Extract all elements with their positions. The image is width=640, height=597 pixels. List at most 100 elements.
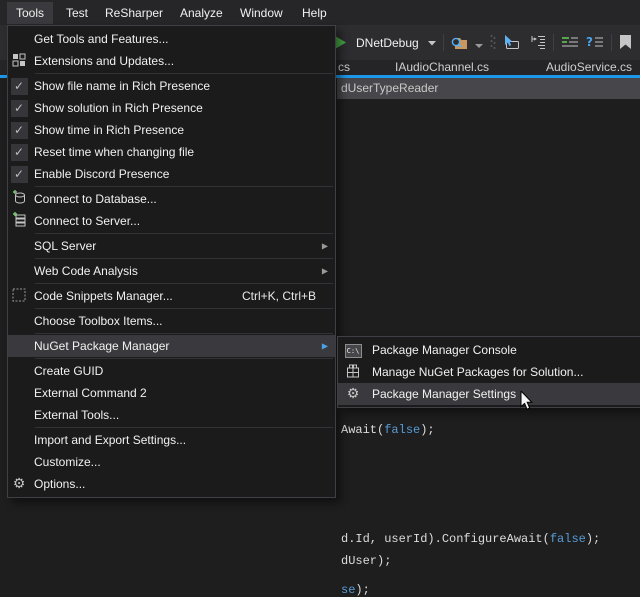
menu-item-choose-toolbox-items[interactable]: Choose Toolbox Items... — [8, 310, 335, 332]
menu-item-extensions-and-updates[interactable]: Extensions and Updates... — [8, 50, 335, 72]
toolbar-separator — [553, 34, 554, 51]
menu-item-enable-discord-presence[interactable]: ✓ Enable Discord Presence — [8, 163, 335, 185]
menu-separator — [35, 308, 333, 309]
menu-separator — [35, 73, 333, 74]
menu-item-external-command-2[interactable]: External Command 2 — [8, 382, 335, 404]
menu-icon-gutter — [8, 429, 30, 451]
submenu-arrow-icon: ▶ — [322, 267, 328, 276]
checkmark-icon: ✓ — [11, 122, 28, 139]
extensions-icon — [12, 53, 26, 70]
tab-audioservice[interactable]: AudioService.cs — [546, 60, 632, 75]
menu-item-label: Customize... — [34, 455, 101, 469]
menubar-item-resharper[interactable]: ReSharper — [96, 2, 172, 24]
menu-icon-gutter — [8, 451, 30, 473]
tools-menu-panel: Get Tools and Features... Extensions and … — [7, 25, 336, 498]
pointer-frame-icon[interactable] — [503, 35, 521, 50]
menu-item-nuget-package-manager[interactable]: NuGet Package Manager▶ — [8, 335, 335, 357]
menu-item-reset-time-when-changing-file[interactable]: ✓Reset time when changing file — [8, 141, 335, 163]
menubar-item-test[interactable]: Test — [57, 2, 97, 24]
menu-item-label: Package Manager Settings — [372, 387, 516, 401]
copy-structure-icon[interactable] — [528, 35, 546, 50]
menu-icon-gutter — [8, 404, 30, 426]
menu-item-show-time-in-rich-presence[interactable]: ✓ Show time in Rich Presence — [8, 119, 335, 141]
tab-iaudiochannel[interactable]: IAudioChannel.cs — [395, 60, 489, 75]
overflow-caret-icon[interactable] — [475, 36, 483, 50]
database-add-icon — [12, 190, 27, 208]
menu-item-sql-server[interactable]: SQL Server▶ — [8, 235, 335, 257]
snippets-icon — [12, 288, 26, 305]
question-lines-icon[interactable]: ? — [586, 35, 604, 50]
menu-icon-gutter — [8, 50, 30, 72]
menu-item-shortcut: Ctrl+K, Ctrl+B — [242, 289, 335, 303]
navigation-bar-dropdown[interactable]: dUserTypeReader — [337, 78, 640, 99]
find-in-files-icon[interactable] — [451, 35, 468, 50]
menu-item-web-code-analysis[interactable]: Web Code Analysis▶ — [8, 260, 335, 282]
menu-bar: ToolsTestReSharperAnalyzeWindowHelp — [0, 0, 640, 25]
menu-item-code-snippets-manager[interactable]: Code Snippets Manager... Ctrl+K, Ctrl+B — [8, 285, 335, 307]
menu-item-label: Import and Export Settings... — [34, 433, 186, 447]
menu-icon-gutter — [8, 188, 30, 210]
menu-item-label: NuGet Package Manager — [34, 339, 169, 353]
menu-icon-gutter — [8, 335, 30, 357]
menubar-item-tools[interactable]: Tools — [7, 2, 53, 24]
menu-icon-gutter — [8, 260, 30, 282]
menu-item-show-file-name-in-rich-presence[interactable]: ✓Show file name in Rich Presence — [8, 75, 335, 97]
checkmark-icon: ✓ — [11, 100, 28, 117]
menu-icon-gutter — [8, 382, 30, 404]
menubar-item-window[interactable]: Window — [231, 2, 292, 24]
server-add-icon — [12, 212, 27, 230]
menu-icon-gutter: ⚙ — [338, 383, 368, 405]
menu-icon-gutter: ✓ — [8, 141, 30, 163]
mouse-cursor — [520, 391, 534, 416]
menu-icon-gutter — [8, 310, 30, 332]
menu-separator — [35, 186, 333, 187]
checkmark-icon: ✓ — [11, 166, 28, 183]
menu-item-connect-to-server[interactable]: Connect to Server... — [8, 210, 335, 232]
menubar-item-analyze[interactable]: Analyze — [171, 2, 232, 24]
config-dropdown-caret-icon[interactable] — [428, 40, 436, 46]
checkmark-icon: ✓ — [11, 78, 28, 95]
tab-partial[interactable]: cs — [338, 60, 350, 75]
submenu-item-manage-nuget-packages-for-solution[interactable]: Manage NuGet Packages for Solution... — [338, 361, 640, 383]
toolbar-separator — [443, 34, 444, 51]
menu-item-label: Manage NuGet Packages for Solution... — [372, 365, 583, 379]
bookmark-icon[interactable] — [619, 35, 632, 50]
menu-item-external-tools[interactable]: External Tools... — [8, 404, 335, 426]
menu-icon-gutter: ✓ — [8, 75, 30, 97]
submenu-item-package-manager-console[interactable]: C:\Package Manager Console — [338, 339, 640, 361]
menu-item-options[interactable]: ⚙Options... — [8, 473, 335, 495]
gear-icon: ⚙ — [13, 477, 26, 491]
toolbar-separator — [611, 34, 612, 51]
code-line-4: dUser); — [341, 554, 391, 568]
menu-item-label: External Tools... — [34, 408, 119, 422]
menu-separator — [35, 427, 333, 428]
menu-item-label: Show time in Rich Presence — [34, 123, 184, 137]
menu-item-label: Get Tools and Features... — [34, 32, 169, 46]
comment-lines-icon[interactable] — [561, 35, 579, 50]
menu-separator — [35, 233, 333, 234]
menu-item-import-and-export-settings[interactable]: Import and Export Settings... — [8, 429, 335, 451]
menu-item-show-solution-in-rich-presence[interactable]: ✓Show solution in Rich Presence — [8, 97, 335, 119]
menu-item-label: Code Snippets Manager... — [34, 289, 173, 303]
code-line-3: d.Id, userId).ConfigureAwait(false); — [341, 532, 600, 546]
submenu-arrow-icon: ▶ — [322, 242, 328, 251]
menu-item-label: Enable Discord Presence — [34, 167, 169, 181]
menu-item-label: Choose Toolbox Items... — [34, 314, 163, 328]
menu-icon-gutter: ✓ — [8, 163, 30, 185]
solution-configuration-label[interactable]: DNetDebug — [356, 36, 419, 50]
menu-item-label: Connect to Database... — [34, 192, 157, 206]
menu-icon-gutter: ✓ — [8, 97, 30, 119]
menubar-item-help[interactable]: Help — [293, 2, 336, 24]
menu-item-get-tools-and-features[interactable]: Get Tools and Features... — [8, 28, 335, 50]
menu-item-connect-to-database[interactable]: Connect to Database... — [8, 188, 335, 210]
menu-item-customize[interactable]: Customize... — [8, 451, 335, 473]
submenu-item-package-manager-settings[interactable]: ⚙ Package Manager Settings — [338, 383, 640, 405]
menu-item-create-guid[interactable]: Create GUID — [8, 360, 335, 382]
toolbar-grip-icon[interactable] — [490, 34, 496, 52]
menu-icon-gutter — [338, 361, 368, 383]
menu-item-label: External Command 2 — [34, 386, 147, 400]
menu-icon-gutter: ✓ — [8, 119, 30, 141]
menu-icon-gutter: C:\ — [338, 339, 368, 361]
navigation-bar-text: dUserTypeReader — [337, 78, 640, 99]
menu-separator — [35, 333, 333, 334]
